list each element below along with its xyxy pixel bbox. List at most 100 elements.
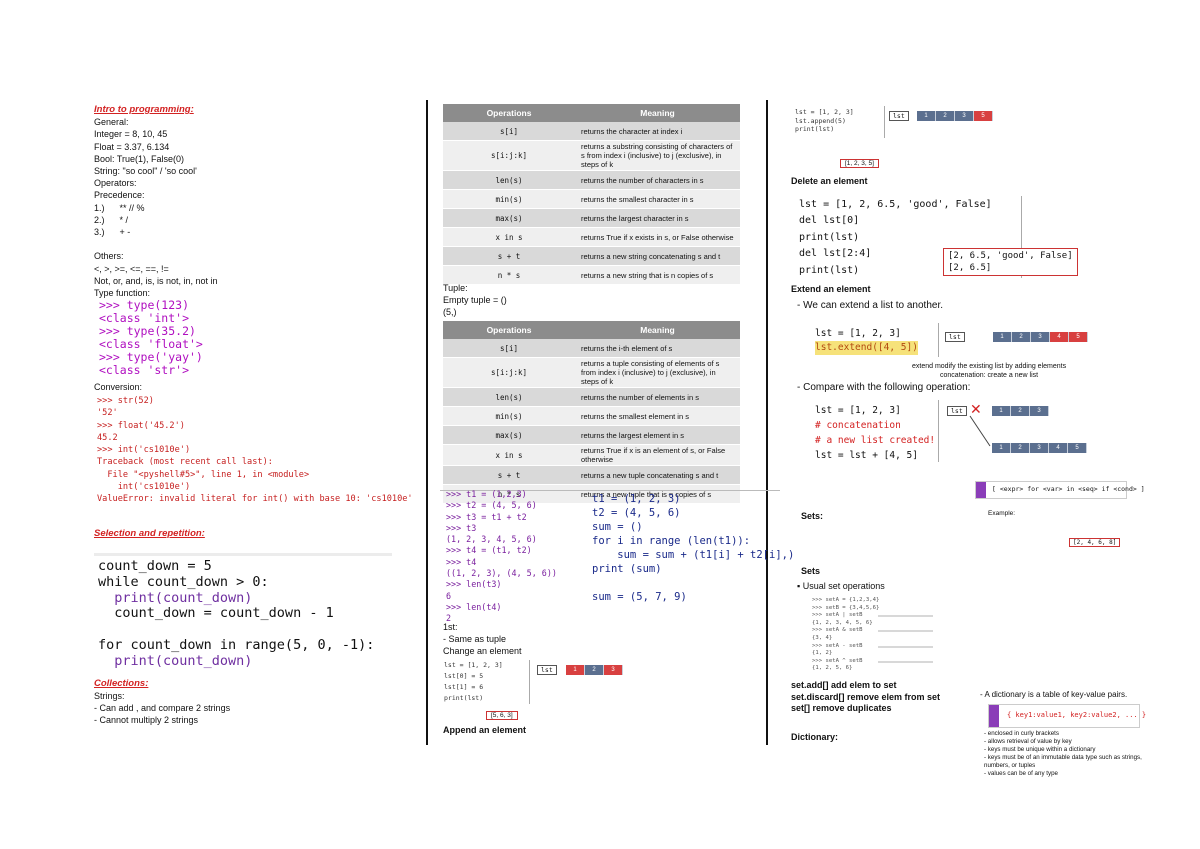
meaning-cell: returns the number of elements in s — [575, 387, 740, 407]
set-code-line: >>> setB = {3,4,5,6} — [812, 604, 880, 611]
concat-arrow — [969, 415, 991, 447]
change-list-cells: 123 — [566, 665, 623, 675]
extend-code-line: lst.extend([4, 5]) — [815, 341, 918, 355]
operation-cell: x in s — [443, 227, 575, 247]
dict-point: - keys must be unique within a dictionar… — [984, 746, 1096, 753]
tuple-right-line: t1 = (1, 2, 3) — [592, 493, 681, 505]
extend-code-divider — [938, 323, 939, 357]
append-list-cells: 1235 — [917, 111, 993, 121]
extend-label: Extend an element — [791, 284, 871, 294]
meaning-cell: returns the smallest character in s — [575, 189, 740, 209]
conversion-section: Conversion: — [94, 381, 142, 393]
table-row: s[i:j:k] returns a tuple consisting of el… — [443, 357, 740, 388]
extend-intro: - We can extend a list to another. — [797, 300, 944, 311]
meaning-cell: returns a new string concatenating s and… — [575, 246, 740, 266]
operation-cell: min(s) — [443, 406, 575, 426]
tuple-left-line: >>> t4 = (t1, t2) — [446, 545, 532, 556]
loop-code-line: while count_down > 0: — [98, 573, 269, 590]
operation-cell: s[i:j:k] — [443, 357, 575, 388]
comprehension-box: [ <expr> for <var> in <seq> if <cond> ] — [975, 481, 1145, 499]
tuple-left-line: ((1, 2, 3), (4, 5, 6)) — [446, 568, 557, 579]
tuple-code-left: >>> t1 = (1,2,3) >>> t2 = (4, 5, 6) >>> t3… — [446, 489, 557, 625]
string-operations-table: Operations Meaning s[i] returns the chara… — [443, 104, 740, 285]
set-code-line: >>> setA - setB — [812, 642, 863, 649]
tuple-operations-table: Operations Meaning s[i] returns the i-th … — [443, 321, 740, 504]
append-result-box: [1, 2, 3, 5] — [840, 159, 879, 168]
tuple-notes: Tuple: Empty tuple = () (5,) — [443, 282, 507, 319]
concat-lst-tag: lst — [947, 406, 967, 416]
operation-cell: s[i] — [443, 339, 575, 358]
conversion-code-line: File "<pyshell#5>", line 1, in <module> — [97, 469, 310, 480]
tuple-line: Empty tuple = () — [443, 295, 507, 306]
list-notes: 1st: - Same as tuple Change an element — [443, 621, 522, 658]
concat-old-cells: 123 — [992, 406, 1049, 416]
table-row: len(s) returns the number of characters i… — [443, 170, 740, 190]
loop-code-line: print(count_down) — [98, 652, 253, 669]
operation-cell: min(s) — [443, 189, 575, 209]
table1-header-meaning: Meaning — [575, 104, 740, 122]
delete-result-box: [2, 6.5, 'good', False] [2, 6.5] — [943, 248, 1078, 276]
extend-code-line: lst = [1, 2, 3] — [815, 328, 901, 339]
set-code-line: {3, 4} — [812, 634, 833, 641]
delete-result-line: [2, 6.5] — [948, 263, 992, 273]
append-code-line: print(lst) — [795, 125, 835, 134]
tuple-left-line: >>> len(t4) — [446, 601, 502, 612]
dict-intro: - A dictionary is a table of key-value p… — [980, 690, 1128, 699]
selection-title: Selection and repetition: — [94, 528, 205, 539]
set-method-line: set.discard[] remove elem from set — [791, 691, 941, 702]
operation-cell: max(s) — [443, 425, 575, 445]
tuple-left-line: >>> t4 — [446, 556, 477, 567]
append-code-divider — [884, 106, 885, 138]
meaning-cell: returns True if x exists in s, or False … — [575, 227, 740, 247]
extend-lst-tag: lst — [945, 332, 965, 342]
general-notes: General: Integer = 8, 10, 45 Float = 3.37,… — [94, 116, 419, 299]
dict-syntax-tag-icon — [989, 705, 999, 727]
delete-code-line: del lst[0] — [799, 215, 860, 227]
example-result-box: [2, 4, 6, 8] — [1069, 538, 1121, 547]
conversion-code-line: >>> float('45.2') — [97, 420, 185, 431]
table-row: s + t returns a new tuple concatenating s… — [443, 465, 740, 485]
dict-point: - enclosed in curly brackets — [984, 730, 1059, 737]
meaning-cell: returns a new string that is n copies of… — [575, 265, 740, 285]
loop-code-line: count_down = count_down - 1 — [98, 605, 334, 622]
concat-code-divider — [938, 400, 939, 462]
extend-note-line: concatenation: create a new list — [940, 371, 1039, 379]
conversion-code-line: Traceback (most recent call last): — [97, 457, 273, 468]
general-line: Others: — [94, 251, 124, 262]
column-divider-left — [426, 100, 428, 745]
delete-label: Delete an element — [791, 176, 868, 186]
tuple-code-right: t1 = (1, 2, 3) t2 = (4, 5, 6) sum = () for … — [592, 492, 794, 604]
list-line: Change an element — [443, 646, 522, 657]
change-lst-tag: lst — [537, 665, 557, 675]
conversion-label: Conversion: — [94, 382, 143, 392]
set-method-line: set[] remove duplicates — [791, 703, 892, 713]
operation-cell: len(s) — [443, 387, 575, 407]
table-row: max(s) returns the largest character in s — [443, 208, 740, 228]
table-row: x in s returns True if x is an element of… — [443, 444, 740, 466]
type-function-code: >>> type(123) <class 'int'> >>> type(35.2)… — [99, 299, 203, 377]
table1-header-ops: Operations — [443, 104, 575, 122]
operation-cell: len(s) — [443, 170, 575, 190]
extend-code: lst = [1, 2, 3] lst.extend([4, 5]) — [815, 327, 918, 355]
meaning-cell: returns the largest character in s — [575, 208, 740, 228]
tuple-left-line: (1, 2, 3, 4, 5, 6) — [446, 534, 537, 545]
tuple-left-line: >>> len(t3) — [446, 579, 502, 590]
set-pointer-lines — [878, 615, 933, 663]
strings-line: Strings: — [94, 691, 125, 701]
conversion-code-line: >>> int('cs1010e') — [97, 445, 191, 456]
conversion-code-line: >>> str(52) — [97, 396, 154, 406]
general-line: Float = 3.37, 6.134 — [94, 141, 170, 152]
operation-cell: s[i:j:k] — [443, 140, 575, 171]
set-code-line: >>> setA | setB — [812, 612, 863, 619]
meaning-cell: returns True if x is an element of s, or… — [575, 444, 740, 466]
loop-code-line — [98, 622, 374, 638]
general-line: String: "so cool" / 'so cool' — [94, 166, 197, 177]
general-line: General: — [94, 117, 129, 128]
tuple-left-line: >>> t3 = t1 + t2 — [446, 511, 527, 522]
meaning-cell: returns a substring consisting of charac… — [575, 140, 740, 171]
selection-divider — [94, 553, 392, 556]
table-row: max(s) returns the largest element in s — [443, 425, 740, 445]
loop-code-line: print(count_down) — [98, 589, 253, 606]
delete-code-line: print(lst) — [799, 231, 860, 243]
operation-cell: max(s) — [443, 208, 575, 228]
